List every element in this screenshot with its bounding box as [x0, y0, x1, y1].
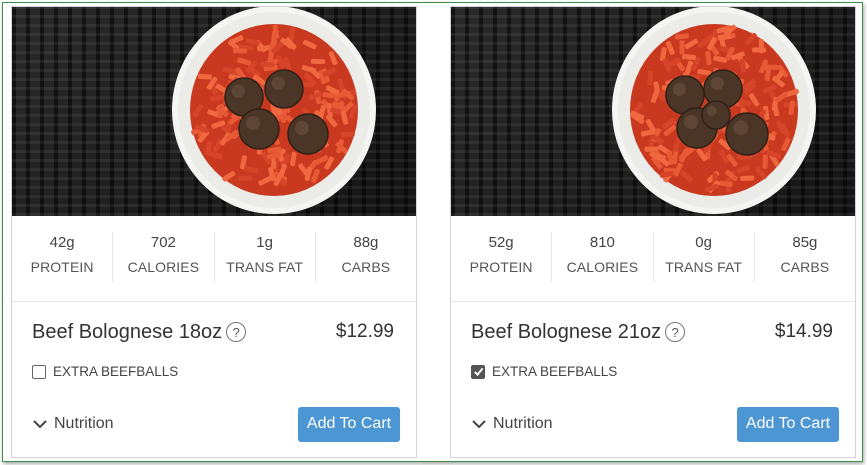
stat-value: 0g	[695, 234, 712, 251]
product-card: 42g PROTEIN 702 CALORIES 1g TRANS FAT 88…	[11, 6, 417, 458]
product-photo	[451, 7, 855, 216]
stat-label: CALORIES	[127, 259, 200, 275]
chevron-down-icon	[33, 420, 47, 429]
product-price: $14.99	[774, 321, 833, 342]
extra-beefballs-checkbox[interactable]	[471, 364, 485, 379]
stat-label: PROTEIN	[469, 259, 533, 275]
nutrition-label: Nutrition	[54, 415, 114, 432]
chevron-down-icon	[472, 420, 486, 429]
stat-value: 810	[589, 234, 615, 251]
stat-value: 42g	[49, 234, 75, 251]
nutrition-stats: 52g PROTEIN 810 CALORIES 0g TRANS FAT 85…	[451, 216, 855, 302]
card-footer: Nutrition Add To Cart	[471, 406, 839, 442]
stat-label: TRANS FAT	[226, 259, 304, 275]
comparison-frame: 42g PROTEIN 702 CALORIES 1g TRANS FAT 88…	[2, 2, 863, 462]
stat-label: TRANS FAT	[665, 259, 743, 275]
stat-label: CALORIES	[566, 259, 639, 275]
stat-carbs: 85g CARBS	[753, 232, 855, 282]
stat-label: CARBS	[341, 259, 391, 275]
extra-beefballs-label: EXTRA BEEFBALLS	[492, 364, 618, 379]
help-icon[interactable]: ?	[665, 322, 686, 342]
title-row: Beef Bolognese 21oz ? $14.99	[471, 317, 833, 347]
stat-calories: 810 CALORIES	[551, 232, 652, 282]
extra-beefballs-checkbox[interactable]	[32, 364, 46, 379]
product-name: Beef Bolognese 21oz	[471, 320, 662, 343]
stat-trans-fat: 1g TRANS FAT	[213, 232, 315, 282]
nutrition-toggle[interactable]: Nutrition	[32, 415, 114, 433]
stat-protein: 52g PROTEIN	[451, 232, 551, 282]
checkmark-icon	[473, 367, 483, 377]
extra-beefballs-option[interactable]: EXTRA BEEFBALLS	[32, 364, 178, 379]
add-to-cart-button[interactable]: Add To Cart	[737, 406, 839, 442]
add-to-cart-button[interactable]: Add To Cart	[298, 406, 400, 442]
nutrition-stats: 42g PROTEIN 702 CALORIES 1g TRANS FAT 88…	[12, 216, 416, 302]
stat-label: PROTEIN	[30, 259, 94, 275]
nutrition-toggle[interactable]: Nutrition	[471, 415, 553, 433]
product-card: 52g PROTEIN 810 CALORIES 0g TRANS FAT 85…	[450, 6, 856, 458]
product-name: Beef Bolognese 18oz	[32, 320, 223, 343]
title-row: Beef Bolognese 18oz ? $12.99	[32, 317, 394, 347]
product-photo	[12, 7, 416, 216]
stat-value: 1g	[256, 234, 273, 251]
stat-trans-fat: 0g TRANS FAT	[652, 232, 754, 282]
stat-value: 85g	[792, 234, 818, 251]
extra-beefballs-label: EXTRA BEEFBALLS	[53, 364, 179, 379]
stat-value: 52g	[488, 234, 514, 251]
stat-value: 88g	[353, 234, 379, 251]
nutrition-label: Nutrition	[493, 415, 553, 432]
stat-protein: 42g PROTEIN	[12, 232, 112, 282]
help-icon[interactable]: ?	[226, 322, 247, 342]
extra-beefballs-option[interactable]: EXTRA BEEFBALLS	[471, 364, 617, 379]
stat-carbs: 88g CARBS	[314, 232, 416, 282]
stat-calories: 702 CALORIES	[112, 232, 213, 282]
card-footer: Nutrition Add To Cart	[32, 406, 400, 442]
stat-label: CARBS	[780, 259, 830, 275]
stat-value: 702	[150, 234, 176, 251]
product-price: $12.99	[335, 321, 394, 342]
